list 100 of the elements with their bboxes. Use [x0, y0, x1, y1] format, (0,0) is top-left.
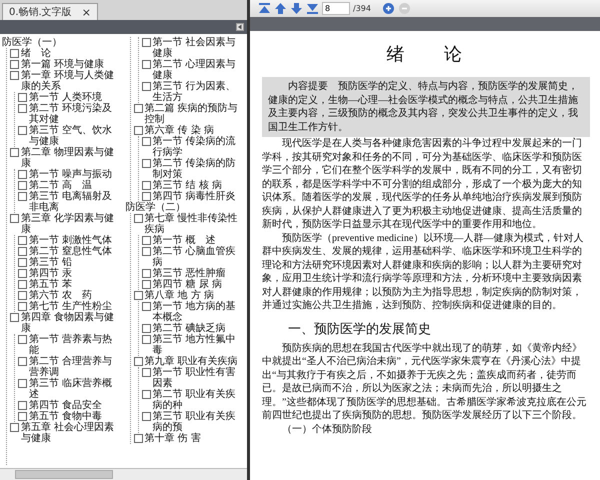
tree-item[interactable]: 第九章 职业有关疾病 [144, 356, 238, 367]
tree-item[interactable]: 第一节 概 述 [152, 235, 216, 246]
tree-item[interactable]: 第三节 电离辐射及非电离 [29, 191, 122, 213]
checkbox[interactable] [18, 335, 27, 344]
tree-item[interactable]: 第四节 糖 尿 病 [152, 279, 222, 290]
checkbox[interactable] [142, 412, 150, 421]
previous-page-button[interactable] [274, 2, 287, 15]
checkbox[interactable] [10, 49, 19, 58]
checkbox[interactable] [142, 280, 150, 289]
checkbox[interactable] [18, 269, 27, 278]
tree-item[interactable]: 第二篇 疾病的预防与控制 [144, 103, 245, 125]
checkbox[interactable] [142, 38, 150, 47]
tree-item[interactable]: 第五节 苯 [29, 279, 72, 290]
tree-item[interactable]: 第二节 环境污染及其对健 [29, 103, 122, 125]
checkbox[interactable] [142, 137, 150, 146]
tree-item[interactable]: 第三节 恶性肿瘤 [152, 268, 226, 279]
checkbox[interactable] [18, 258, 27, 267]
checkbox[interactable] [134, 434, 142, 443]
checkbox[interactable] [10, 148, 19, 157]
checkbox[interactable] [10, 71, 19, 80]
checkbox[interactable] [134, 104, 142, 113]
checkbox[interactable] [142, 82, 150, 91]
scrollbar[interactable] [0, 468, 247, 480]
checkbox[interactable] [18, 93, 27, 102]
checkbox[interactable] [18, 247, 27, 256]
tree-item[interactable]: 第四节 病毒性肝炎 [152, 191, 236, 202]
checkbox[interactable] [10, 60, 19, 69]
tree-item[interactable]: 第一节 社会因素与健康 [152, 37, 245, 59]
tree-item[interactable]: 第七节 生产性粉尘 [29, 301, 112, 312]
tree-item[interactable]: 第二节 传染病的防制对策 [152, 158, 245, 180]
checkbox[interactable] [134, 214, 142, 223]
checkbox[interactable] [18, 291, 27, 300]
checkbox[interactable] [10, 214, 19, 223]
tree-root[interactable]: 防医学（一） [2, 37, 62, 48]
page-number-field[interactable]: 8 [322, 2, 350, 15]
tree-item[interactable]: 第四章 食物因素与健康 [21, 312, 122, 334]
checkbox[interactable] [18, 401, 27, 410]
tree-item[interactable]: 第四节 汞 [29, 268, 72, 279]
tree-item[interactable]: 第三节 行为因素、生活方 [152, 81, 245, 103]
zoom-in-button[interactable] [382, 2, 395, 15]
tree-item[interactable]: 第一节 刺激性气体 [29, 235, 112, 246]
tree-item[interactable]: 第二节 职业有关疾病的种 [152, 389, 245, 411]
tree-item[interactable]: 第一节 人类环境 [29, 92, 102, 103]
checkbox[interactable] [142, 60, 150, 69]
checkbox[interactable] [10, 423, 19, 432]
tree-item[interactable]: 第一章 环境与人类健康的关系 [21, 70, 122, 92]
tree-item[interactable]: 第五节 食物中毒 [29, 411, 102, 422]
tree-item[interactable]: 第二节 合理营养与营养调 [29, 356, 122, 378]
tree-item[interactable]: 第二节 窒息性气体 [29, 246, 112, 257]
tree-item[interactable]: 第一节 地方病的基本概念 [152, 301, 245, 323]
checkbox[interactable] [142, 368, 150, 377]
tree-item[interactable]: 第十章 伤 害 [144, 433, 201, 444]
checkbox[interactable] [18, 357, 27, 366]
tree-item[interactable]: 第一节 职业性有害因素 [152, 367, 245, 389]
tree-item[interactable]: 第三节 结 核 病 [152, 180, 222, 191]
checkbox[interactable] [18, 170, 27, 179]
checkbox[interactable] [142, 390, 150, 399]
checkbox[interactable] [142, 192, 150, 201]
tree-item[interactable]: 第三节 临床营养概述 [29, 378, 122, 400]
checkbox[interactable] [18, 412, 27, 421]
checkbox[interactable] [134, 126, 142, 135]
close-button[interactable]: × [82, 6, 91, 18]
last-page-button[interactable] [306, 2, 319, 15]
tree-item[interactable]: 第三节 地方性氟中毒 [152, 334, 245, 356]
checkbox[interactable] [142, 181, 150, 190]
tree-item[interactable]: 第三节 职业有关疾病的预 [152, 411, 245, 433]
tree-item[interactable]: 第二节 高 温 [29, 180, 92, 191]
next-page-button[interactable] [290, 2, 303, 15]
tree-item[interactable]: 绪 论 [21, 48, 51, 59]
checkbox[interactable] [18, 236, 27, 245]
tree-item[interactable]: 第四节 食品安全 [29, 400, 102, 411]
tree-item[interactable]: 第五章 社会心理因素与健康 [21, 422, 122, 444]
checkbox[interactable] [142, 159, 150, 168]
checkbox[interactable] [18, 104, 27, 113]
checkbox[interactable] [18, 379, 27, 388]
tree-item[interactable]: 第八章 地 方 病 [144, 290, 214, 301]
checkbox[interactable] [142, 236, 150, 245]
checkbox[interactable] [142, 269, 150, 278]
tree-item[interactable]: 第六章 传 染 病 [144, 125, 214, 136]
checkbox[interactable] [142, 302, 150, 311]
checkbox[interactable] [18, 126, 27, 135]
tree-item[interactable]: 第一节 噪声与振动 [29, 169, 112, 180]
checkbox[interactable] [18, 192, 27, 201]
tree-item[interactable]: 第一节 传染病的流行病学 [152, 136, 245, 158]
tree-item[interactable]: 第一节 营养素与热能 [29, 334, 122, 356]
checkbox[interactable] [142, 247, 150, 256]
checkbox[interactable] [18, 302, 27, 311]
checkbox[interactable] [18, 280, 27, 289]
tree-item[interactable]: 第二章 物理因素与健康 [21, 147, 122, 169]
tree-item[interactable]: 第七章 慢性非传染性疾病 [144, 213, 245, 235]
checkbox[interactable] [134, 357, 142, 366]
checkbox[interactable] [10, 313, 19, 322]
document-tab[interactable]: 0.畅销.文字版 × [2, 3, 98, 20]
tree-root[interactable]: 防医学（二） [126, 202, 186, 213]
checkbox[interactable] [142, 335, 150, 344]
tree-item[interactable]: 第三节 空气、饮水与健康 [29, 125, 122, 147]
checkbox[interactable] [134, 291, 142, 300]
tree-item[interactable]: 第六节 农 药 [29, 290, 92, 301]
tree-item[interactable]: 第二节 碘缺乏病 [152, 323, 226, 334]
checkbox[interactable] [142, 324, 150, 333]
